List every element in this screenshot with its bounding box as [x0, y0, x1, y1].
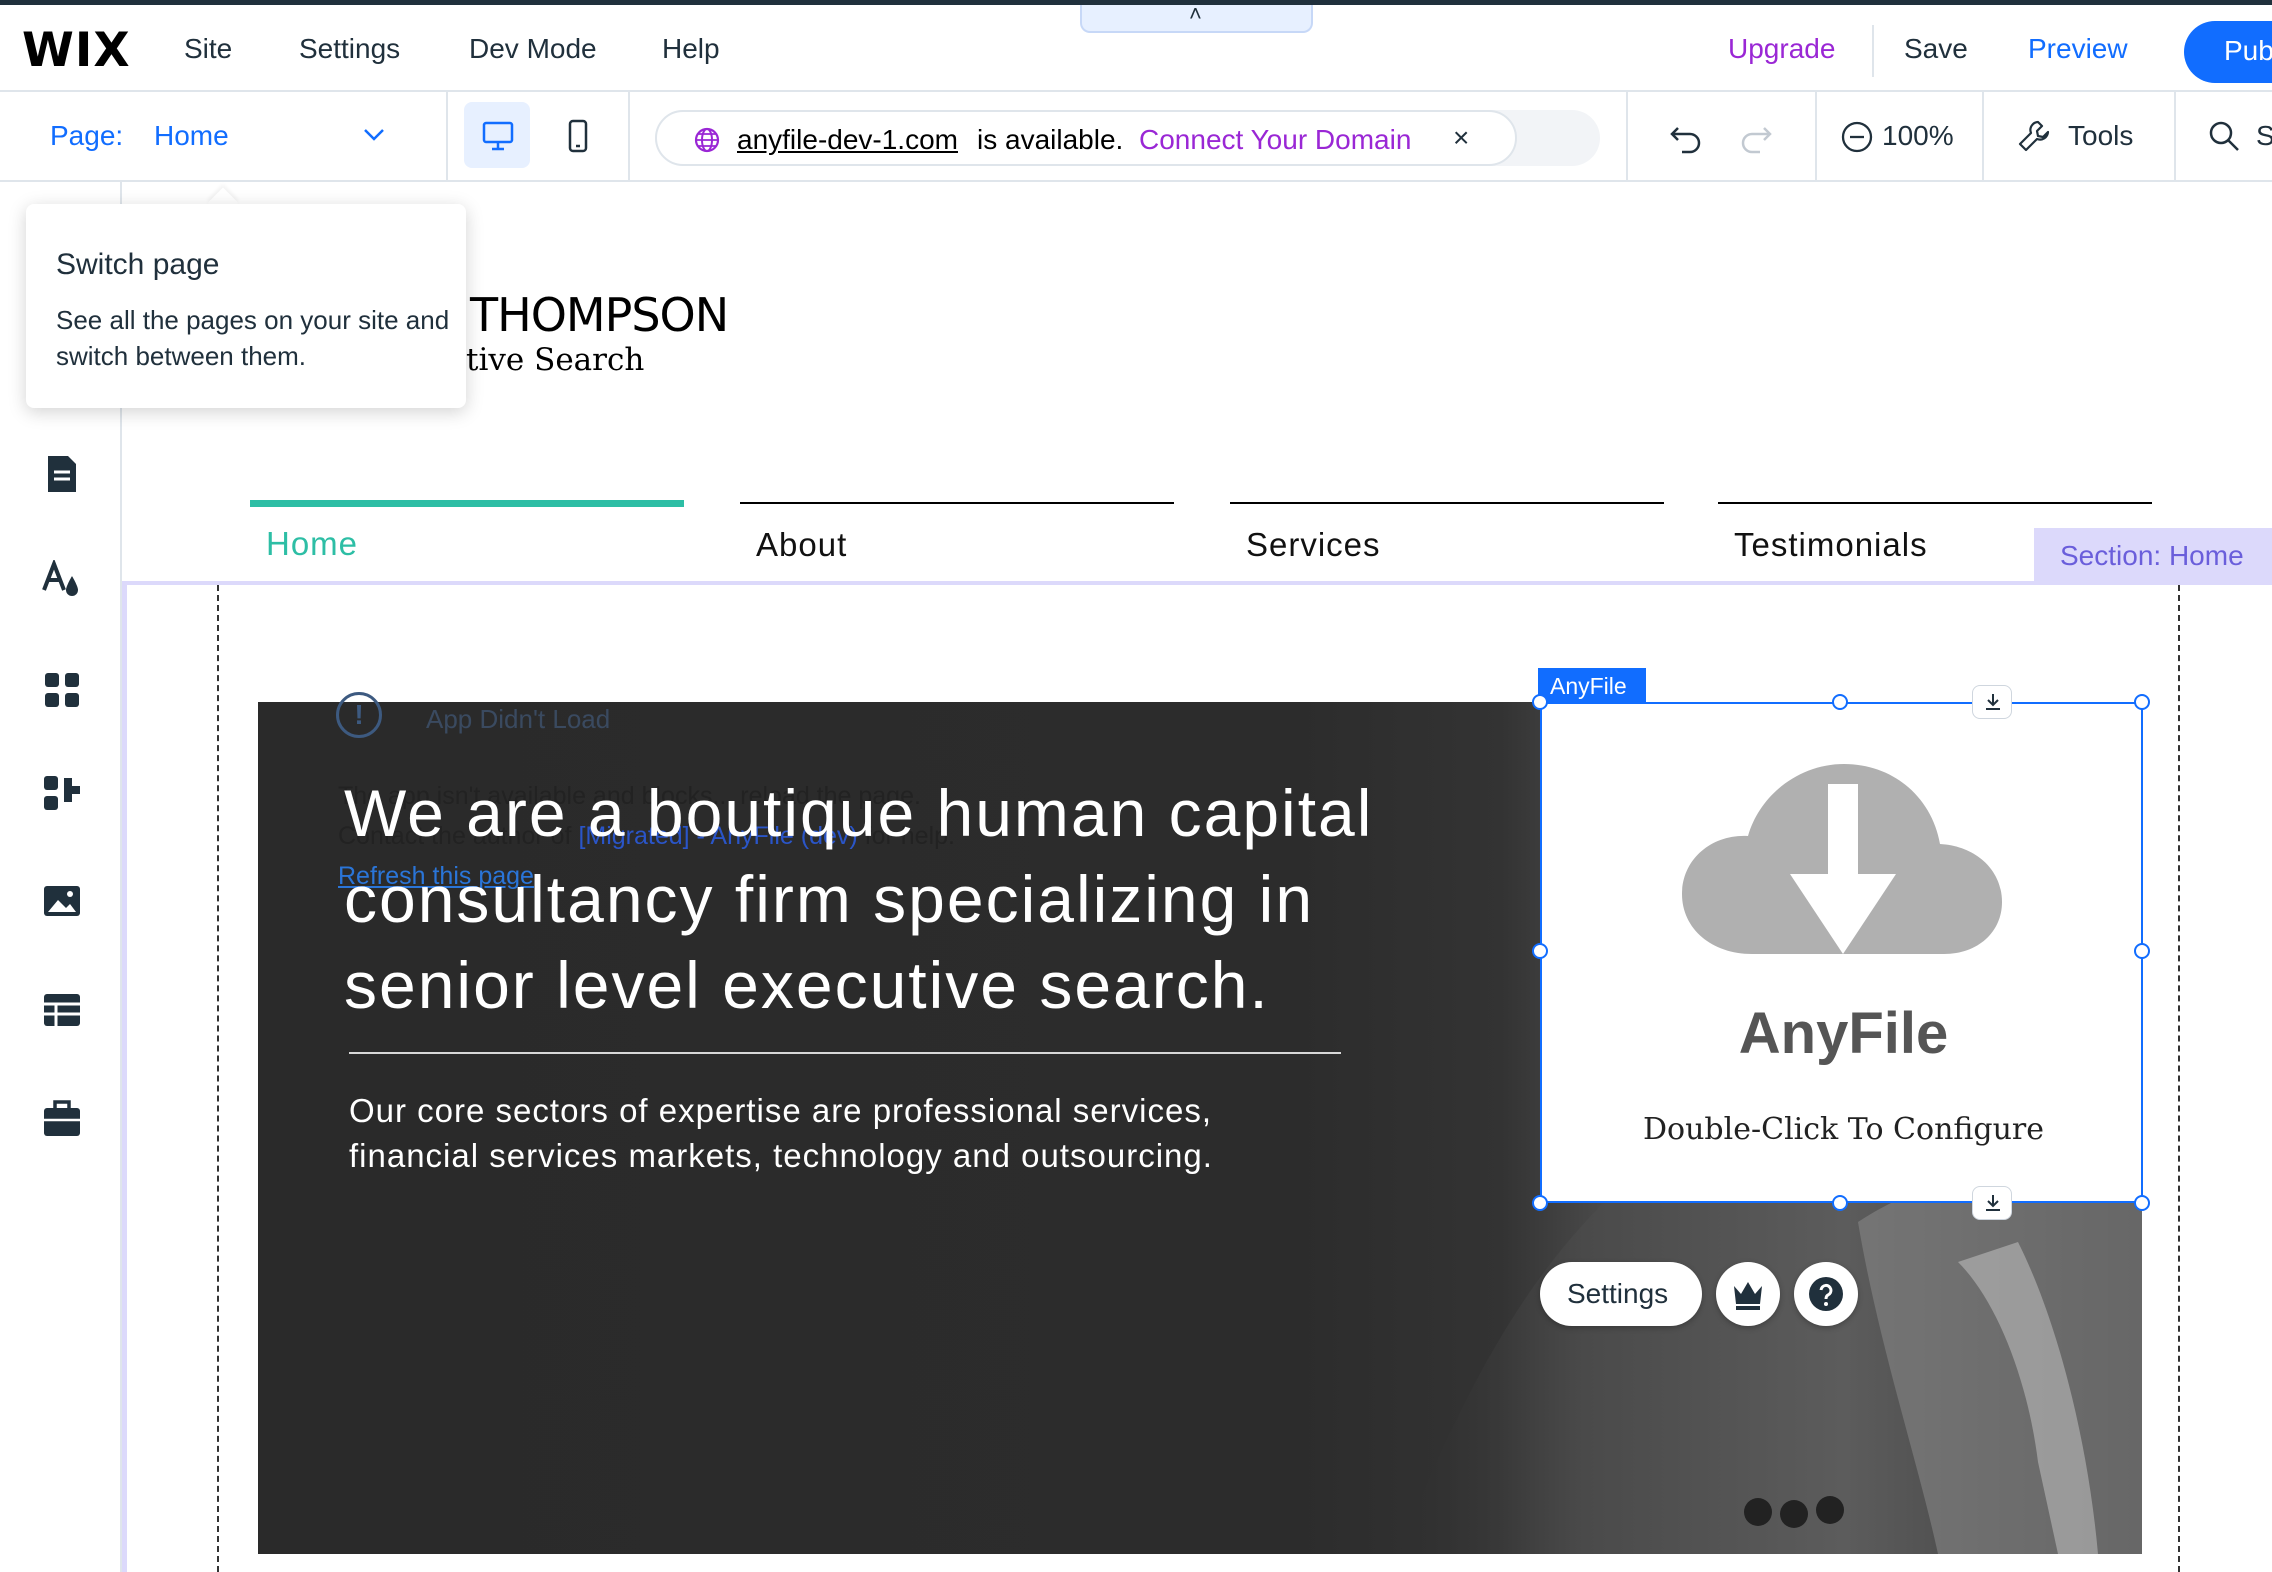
wix-logo[interactable]: WIX: [22, 23, 131, 78]
zoom-level[interactable]: 100%: [1882, 120, 1954, 152]
undo-icon[interactable]: [1668, 120, 1704, 156]
collapse-toolbar-tab[interactable]: ˄: [1080, 1, 1313, 33]
tooltip-title: Switch page: [56, 248, 220, 281]
editor-window: { "topbar": { "logo": "WIX", "menu": [ {…: [0, 0, 2272, 1572]
domain-banner-inner: anyfile-dev-1.com is available. Connect …: [655, 110, 1517, 166]
menu-site[interactable]: Site: [184, 33, 232, 65]
resize-handle-right[interactable]: [2134, 943, 2150, 959]
divider: [1982, 92, 1984, 182]
divider: [628, 92, 630, 182]
chevron-up-icon: ˄: [1189, 1, 1202, 26]
resize-handle-top-right[interactable]: [2134, 694, 2150, 710]
divider: [1626, 92, 1628, 182]
desktop-icon: [482, 121, 514, 151]
download-icon: [1986, 694, 2000, 710]
search-icon[interactable]: [2206, 118, 2242, 154]
domain-name-link[interactable]: anyfile-dev-1.com: [737, 124, 958, 156]
search-button[interactable]: S: [2256, 120, 2272, 152]
tooltip-body: See all the pages on your site and switc…: [56, 305, 450, 371]
configure-prompt: Double-Click To Configure: [1642, 1112, 2045, 1147]
resize-handle-top[interactable]: [1832, 694, 1848, 710]
help-button[interactable]: [1794, 1262, 1858, 1326]
cloud-download-icon: [1682, 764, 2002, 954]
crown-icon: [1734, 1282, 1762, 1310]
site-logo-subtitle[interactable]: tive Search: [466, 342, 644, 378]
menu-dev-mode[interactable]: Dev Mode: [469, 33, 597, 65]
divider: [1815, 92, 1817, 182]
section-label[interactable]: Section: Home: [2034, 528, 2272, 582]
close-icon[interactable]: ×: [1453, 122, 1469, 154]
chevron-down-icon[interactable]: [360, 120, 388, 148]
hero-paragraph[interactable]: Our core sectors of expertise are profes…: [349, 1088, 1349, 1178]
desktop-view-button[interactable]: [464, 102, 530, 168]
tools-button[interactable]: Tools: [2068, 120, 2133, 152]
error-icon: !: [336, 692, 382, 738]
stretch-button-top[interactable]: [1972, 685, 2012, 719]
hero-divider: [349, 1052, 1341, 1054]
business-icon[interactable]: [42, 1098, 82, 1138]
mobile-view-button[interactable]: [544, 102, 610, 168]
save-button[interactable]: Save: [1904, 33, 1968, 65]
page-selector[interactable]: Home: [154, 120, 229, 152]
domain-available-text: is available.: [977, 124, 1124, 155]
globe-icon: [694, 127, 720, 153]
site-nav-label: Services: [1246, 526, 1381, 563]
widget-settings-button[interactable]: Settings: [1540, 1262, 1702, 1326]
zoom-out-icon[interactable]: [1840, 120, 1874, 154]
wrench-icon: [2018, 120, 2050, 152]
divider: [1872, 25, 1874, 77]
media-icon[interactable]: [42, 882, 82, 922]
cms-icon[interactable]: [42, 990, 82, 1030]
anyfile-widget[interactable]: AnyFile Double-Click To Configure: [1540, 702, 2143, 1203]
help-icon: [1809, 1277, 1843, 1311]
menu-settings[interactable]: Settings: [299, 33, 400, 65]
gridline-left: [217, 585, 219, 1572]
site-nav-about[interactable]: About: [740, 502, 1174, 563]
preview-button[interactable]: Preview: [2028, 33, 2128, 65]
resize-handle-bottom[interactable]: [1832, 1195, 1848, 1211]
resize-handle-bottom-right[interactable]: [2134, 1195, 2150, 1211]
divider: [2174, 92, 2176, 182]
site-logo-name[interactable]: THOMPSON: [470, 288, 729, 342]
mobile-icon: [568, 119, 588, 153]
site-nav-label: Testimonials: [1734, 526, 1928, 563]
app-error-title: App Didn't Load: [426, 704, 611, 734]
pages-icon[interactable]: [42, 454, 82, 494]
site-nav-services[interactable]: Services: [1230, 502, 1664, 563]
site-nav-home[interactable]: Home: [250, 500, 684, 562]
hero-heading[interactable]: We are a boutique human capital consulta…: [344, 770, 1404, 1028]
divider: [446, 92, 448, 182]
upgrade-app-button[interactable]: [1716, 1262, 1780, 1326]
publish-button[interactable]: Pub: [2184, 21, 2272, 83]
redo-icon[interactable]: [1738, 120, 1774, 156]
resize-handle-left[interactable]: [1532, 943, 1548, 959]
switch-page-tooltip: Switch page See all the pages on your si…: [26, 204, 466, 408]
resize-handle-bottom-left[interactable]: [1532, 1195, 1548, 1211]
resize-handle-top-left[interactable]: [1532, 694, 1548, 710]
add-elements-icon[interactable]: [42, 670, 82, 710]
anyfile-title: AnyFile: [1738, 1001, 1949, 1066]
download-icon: [1986, 1195, 2000, 1211]
stretch-button-bottom[interactable]: [1972, 1186, 2012, 1220]
site-nav-label: About: [756, 526, 848, 563]
connect-domain-link[interactable]: Connect Your Domain: [1139, 124, 1411, 156]
menu-help[interactable]: Help: [662, 33, 720, 65]
widget-name-tag[interactable]: AnyFile: [1538, 668, 1646, 702]
design-icon[interactable]: [42, 560, 82, 600]
gridline-right: [2178, 585, 2180, 1572]
apps-icon[interactable]: [42, 774, 82, 814]
page-label: Page:: [50, 120, 124, 151]
domain-banner: anyfile-dev-1.com is available. Connect …: [655, 110, 1600, 166]
upgrade-link[interactable]: Upgrade: [1728, 33, 1835, 65]
site-nav-label: Home: [266, 525, 359, 562]
page-toolbar: Page: Home anyfile-dev-1.com is availabl…: [0, 92, 2272, 182]
top-bar: WIX Site Settings Dev Mode Help ˄ Upgrad…: [0, 0, 2272, 92]
